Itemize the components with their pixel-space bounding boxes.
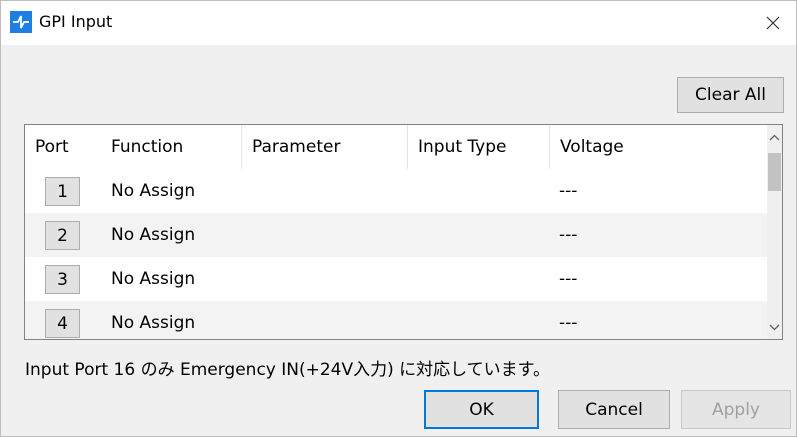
scroll-down-button[interactable]	[767, 317, 782, 337]
voltage-cell: ---	[559, 181, 578, 201]
column-header-function: Function	[111, 137, 184, 157]
voltage-cell: ---	[559, 225, 578, 245]
gpi-port-table: Port Function Parameter Input Type Volta…	[24, 124, 783, 340]
cancel-button[interactable]: Cancel	[558, 390, 670, 429]
gpi-input-app-icon	[10, 11, 32, 33]
table-row: 1 No Assign ---	[25, 169, 769, 213]
voltage-cell: ---	[559, 269, 578, 289]
table-row: 2 No Assign ---	[25, 213, 769, 257]
port-button[interactable]: 3	[45, 265, 80, 294]
column-header-input-type: Input Type	[407, 125, 549, 169]
column-header-parameter: Parameter	[241, 125, 407, 169]
window-title: GPI Input	[39, 12, 113, 31]
function-cell[interactable]: No Assign	[111, 213, 195, 257]
ok-button[interactable]: OK	[424, 390, 539, 429]
column-header-port: Port	[35, 137, 69, 157]
clear-all-button[interactable]: Clear All	[677, 77, 784, 113]
table-body: 1 No Assign --- 2 No Assign --- 3 No Ass…	[25, 169, 769, 339]
emergency-input-note: Input Port 16 のみ Emergency IN(+24V入力) に対…	[25, 360, 550, 380]
table-header: Port Function Parameter Input Type Volta…	[25, 125, 769, 169]
gpi-input-dialog: GPI Input Clear All Port Function Parame…	[0, 0, 797, 437]
table-row: 4 No Assign ---	[25, 301, 769, 339]
chevron-down-icon	[769, 324, 780, 330]
chevron-up-icon	[769, 134, 780, 140]
port-button[interactable]: 2	[45, 221, 80, 250]
port-button[interactable]: 1	[45, 177, 80, 206]
scrollbar-thumb[interactable]	[768, 153, 781, 191]
close-button[interactable]	[750, 1, 796, 45]
column-header-voltage: Voltage	[549, 125, 769, 169]
port-button[interactable]: 4	[45, 309, 80, 338]
close-icon	[766, 16, 780, 30]
scroll-up-button[interactable]	[767, 127, 782, 147]
table-row: 3 No Assign ---	[25, 257, 769, 301]
apply-button[interactable]: Apply	[681, 390, 791, 429]
voltage-cell: ---	[559, 313, 578, 333]
title-bar: GPI Input	[1, 1, 796, 45]
function-cell[interactable]: No Assign	[111, 301, 195, 339]
vertical-scrollbar[interactable]	[767, 125, 782, 339]
function-cell[interactable]: No Assign	[111, 169, 195, 213]
function-cell[interactable]: No Assign	[111, 257, 195, 301]
